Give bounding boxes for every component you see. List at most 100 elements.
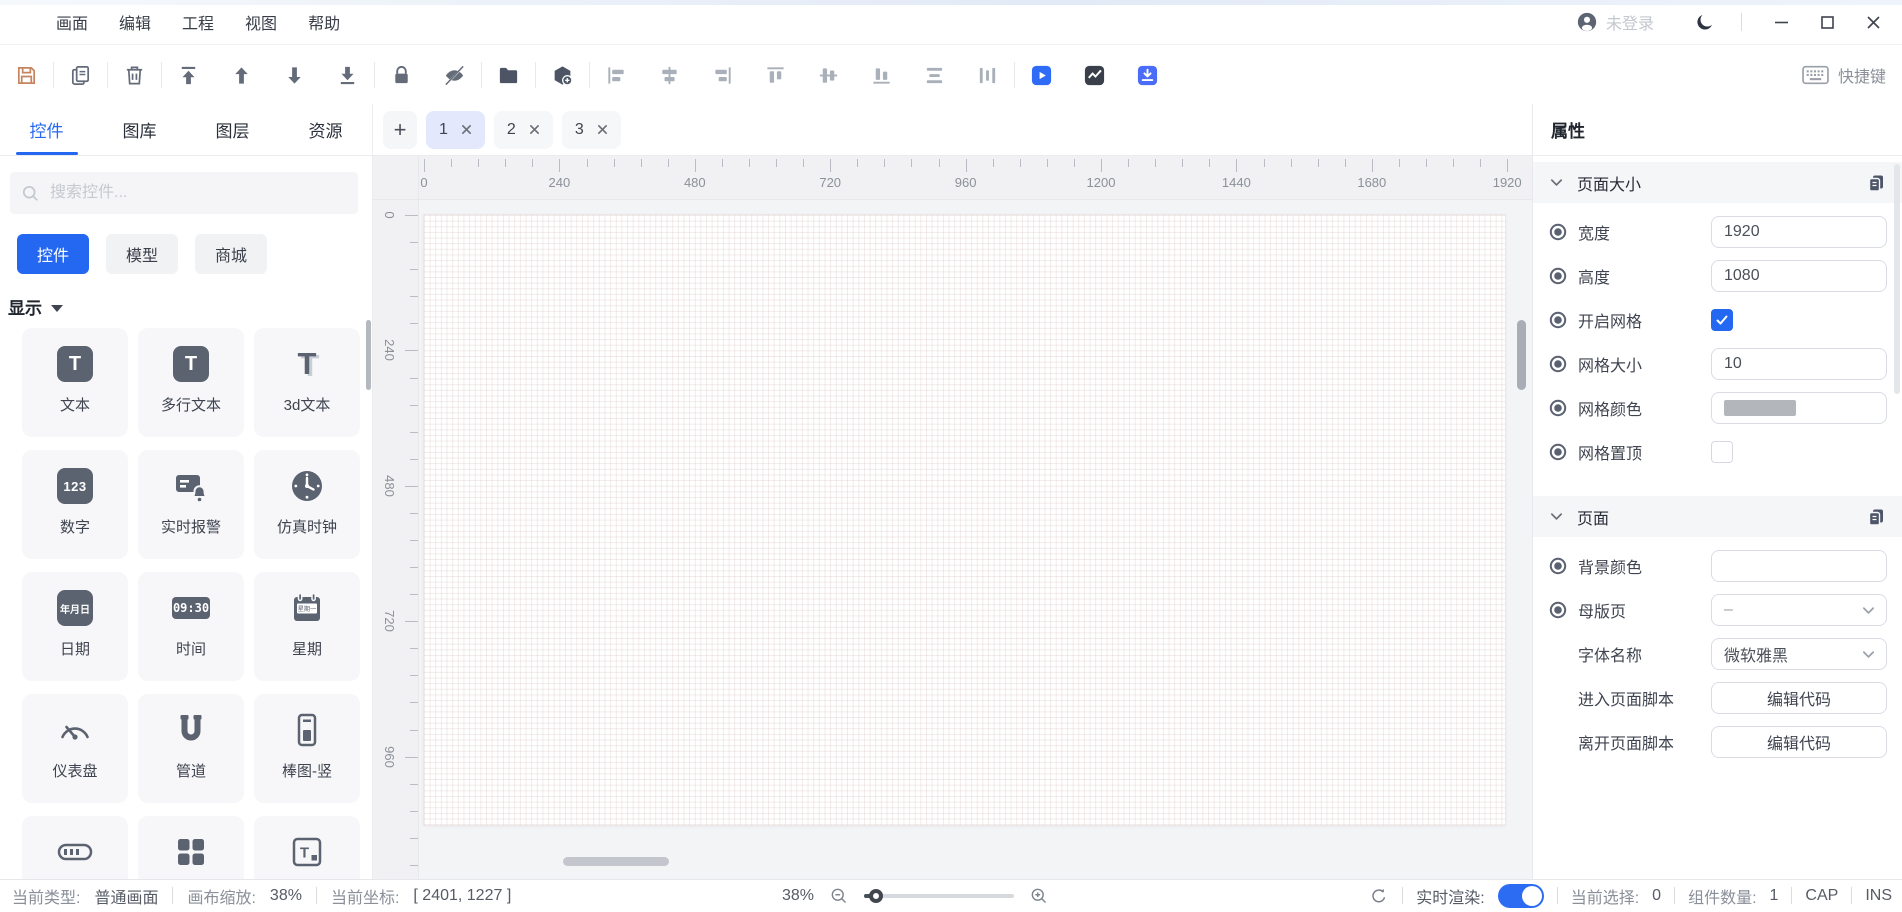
align-bottom-button[interactable]	[855, 52, 908, 98]
section-header-页面大小[interactable]: 页面大小	[1533, 162, 1902, 203]
page-tab-2[interactable]: 2	[494, 111, 553, 149]
menu-item-1[interactable]: 画面	[56, 10, 88, 34]
widget-search[interactable]	[10, 172, 358, 214]
maximize-button[interactable]	[1812, 7, 1842, 37]
align-center-horizontal-button[interactable]	[802, 52, 855, 98]
align-center-vertical-button[interactable]	[643, 52, 696, 98]
menu-item-4[interactable]: 视图	[245, 10, 277, 34]
bind-indicator-icon[interactable]	[1549, 399, 1567, 417]
widget-仪表盘[interactable]: 仪表盘	[22, 694, 128, 803]
select-母版页[interactable]: –	[1711, 594, 1887, 626]
input-宽度[interactable]: 1920	[1711, 216, 1887, 248]
minimize-button[interactable]	[1766, 7, 1796, 37]
widget-数字[interactable]: 123数字	[22, 450, 128, 559]
color-input-网格颜色[interactable]	[1711, 392, 1887, 424]
left-tab-图库[interactable]: 图库	[93, 104, 186, 155]
zoom-slider[interactable]	[864, 894, 1014, 898]
widget-partial[interactable]: T	[254, 816, 360, 880]
close-button[interactable]	[1858, 7, 1888, 37]
tab-close-icon[interactable]	[529, 124, 540, 135]
zoom-slider-handle[interactable]	[869, 889, 883, 903]
login-status[interactable]: 未登录	[1576, 10, 1654, 34]
select-字体名称[interactable]: 微软雅黑	[1711, 638, 1887, 670]
canvas-horizontal-scrollbar[interactable]	[563, 857, 669, 866]
save-button[interactable]	[0, 52, 53, 98]
chevron-down-icon[interactable]	[1549, 509, 1564, 524]
widget-文本[interactable]: T文本	[22, 328, 128, 437]
move-down-button[interactable]	[268, 52, 321, 98]
delete-button[interactable]	[108, 52, 161, 98]
copy-properties-icon[interactable]	[1866, 507, 1886, 527]
bind-indicator-icon[interactable]	[1549, 601, 1567, 619]
filter-模型[interactable]: 模型	[106, 234, 178, 274]
page-tab-3[interactable]: 3	[562, 111, 621, 149]
input-背景颜色[interactable]	[1711, 550, 1887, 582]
align-left-button[interactable]	[590, 52, 643, 98]
menu-item-5[interactable]: 帮助	[308, 10, 340, 34]
canvas-vertical-scrollbar[interactable]	[1517, 320, 1526, 390]
checkbox-开启网格[interactable]	[1711, 309, 1733, 331]
preview-run-button[interactable]	[1015, 52, 1068, 98]
move-to-bottom-button[interactable]	[321, 52, 374, 98]
lock-button[interactable]	[375, 52, 428, 98]
dark-mode-toggle[interactable]	[1694, 12, 1715, 33]
widget-管道[interactable]: 管道	[138, 694, 244, 803]
distribute-horizontal-button[interactable]	[961, 52, 1014, 98]
refresh-button[interactable]	[1369, 886, 1389, 906]
button-离开页面脚本[interactable]: 编辑代码	[1711, 726, 1887, 758]
copy-button[interactable]	[54, 52, 107, 98]
realtime-render-toggle[interactable]	[1498, 884, 1544, 908]
widget-仿真时钟[interactable]: 仿真时钟	[254, 450, 360, 559]
insert-mode-indicator[interactable]: INS	[1865, 887, 1892, 905]
bind-indicator-icon[interactable]	[1549, 355, 1567, 373]
widget-3d文本[interactable]: T3d文本	[254, 328, 360, 437]
menu-item-3[interactable]: 工程	[182, 10, 214, 34]
add-page-button[interactable]: +	[383, 111, 417, 149]
widget-多行文本[interactable]: T多行文本	[138, 328, 244, 437]
zoom-in-button[interactable]	[1029, 886, 1049, 906]
section-header-页面[interactable]: 页面	[1533, 496, 1902, 537]
caps-lock-indicator[interactable]: CAP	[1805, 887, 1838, 905]
tab-close-icon[interactable]	[461, 124, 472, 135]
bind-indicator-icon[interactable]	[1549, 557, 1567, 575]
hide-button[interactable]	[428, 52, 481, 98]
widget-partial[interactable]	[22, 816, 128, 880]
download-button[interactable]	[1121, 52, 1174, 98]
left-tab-资源[interactable]: 资源	[279, 104, 372, 155]
widget-实时报警[interactable]: 实时报警	[138, 450, 244, 559]
left-panel-scrollbar[interactable]	[366, 320, 371, 390]
align-right-button[interactable]	[696, 52, 749, 98]
properties-scrollbar[interactable]	[1894, 164, 1900, 394]
button-进入页面脚本[interactable]: 编辑代码	[1711, 682, 1887, 714]
folder-button[interactable]	[482, 52, 535, 98]
search-input[interactable]	[48, 183, 346, 203]
widget-时间[interactable]: 09:30时间	[138, 572, 244, 681]
left-tab-控件[interactable]: 控件	[0, 104, 93, 155]
move-up-button[interactable]	[215, 52, 268, 98]
widget-星期[interactable]: 星期一星期	[254, 572, 360, 681]
widget-partial[interactable]	[138, 816, 244, 880]
distribute-vertical-button[interactable]	[908, 52, 961, 98]
category-row[interactable]: 显示	[8, 294, 63, 319]
chevron-down-icon[interactable]	[1549, 175, 1564, 190]
input-网格大小[interactable]: 10	[1711, 348, 1887, 380]
move-to-top-button[interactable]	[162, 52, 215, 98]
widget-日期[interactable]: 年月日日期	[22, 572, 128, 681]
bind-indicator-icon[interactable]	[1549, 443, 1567, 461]
align-top-button[interactable]	[749, 52, 802, 98]
left-tab-图层[interactable]: 图层	[186, 104, 279, 155]
bind-indicator-icon[interactable]	[1549, 223, 1567, 241]
tab-close-icon[interactable]	[597, 124, 608, 135]
render-monitor-button[interactable]	[1068, 52, 1121, 98]
checkbox-网格置顶[interactable]	[1711, 441, 1733, 463]
canvas-viewport[interactable]	[419, 200, 1532, 880]
copy-properties-icon[interactable]	[1866, 173, 1886, 193]
bind-indicator-icon[interactable]	[1549, 267, 1567, 285]
filter-商城[interactable]: 商城	[195, 234, 267, 274]
shortcut-keys-button[interactable]: 快捷键	[1802, 45, 1886, 105]
filter-控件[interactable]: 控件	[17, 234, 89, 274]
widget-棒图-竖[interactable]: 棒图-竖	[254, 694, 360, 803]
menu-item-2[interactable]: 编辑	[119, 10, 151, 34]
zoom-out-button[interactable]	[829, 886, 849, 906]
component-add-button[interactable]	[536, 52, 589, 98]
